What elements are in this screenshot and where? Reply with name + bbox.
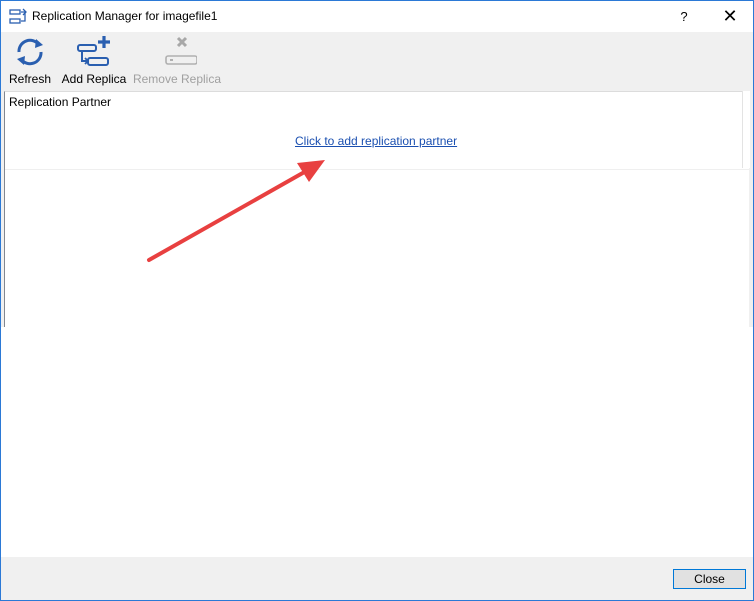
refresh-button[interactable]: Refresh — [8, 34, 52, 87]
add-replication-partner-link[interactable]: Click to add replication partner — [295, 134, 457, 148]
remove-replica-icon — [165, 36, 197, 65]
help-button[interactable]: ? — [661, 1, 707, 32]
remove-replica-button[interactable]: Remove Replica — [132, 34, 222, 87]
close-button[interactable]: Close — [673, 569, 746, 589]
window-title: Replication Manager for imagefile1 — [32, 9, 218, 23]
replication-partner-list[interactable]: Replication Partner Click to add replica… — [4, 91, 749, 328]
list-scroll-edge — [742, 91, 750, 168]
remove-replica-label: Remove Replica — [132, 72, 222, 86]
add-replica-button[interactable]: Add Replica — [60, 34, 128, 87]
refresh-icon — [17, 38, 43, 66]
column-header-replication-partner[interactable]: Replication Partner — [9, 95, 111, 109]
refresh-label: Refresh — [8, 72, 52, 86]
replication-manager-window: Replication Manager for imagefile1 ? ✕ R… — [0, 0, 754, 601]
window-close-button[interactable]: ✕ — [707, 1, 753, 32]
add-replica-icon — [77, 36, 110, 66]
title-bar[interactable]: Replication Manager for imagefile1 ? ✕ — [1, 1, 753, 32]
row-divider — [5, 169, 749, 170]
details-area — [1, 327, 753, 557]
toolbar: Refresh Add Replica Remove Replica — [1, 32, 753, 89]
add-replica-label: Add Replica — [61, 72, 127, 86]
replication-app-icon — [9, 8, 27, 24]
dialog-footer: Close — [1, 557, 753, 600]
